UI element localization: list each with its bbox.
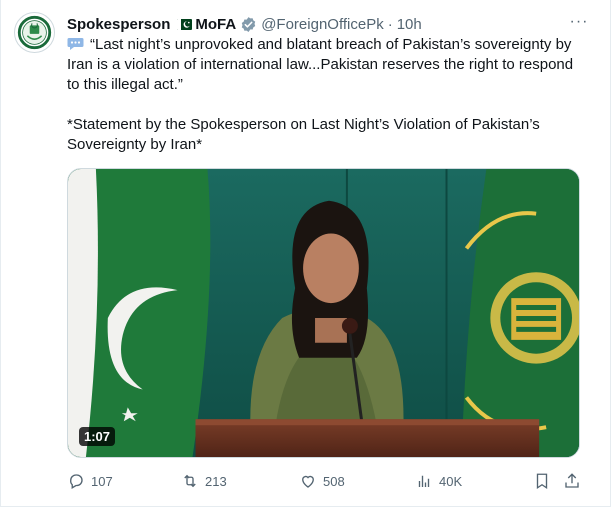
repost-count: 213	[205, 473, 227, 489]
tweet-card[interactable]: Spokesperson MoFA @ForeignOfficePk · 10h…	[0, 0, 611, 507]
share-button[interactable]	[563, 470, 581, 492]
reply-icon	[70, 474, 83, 489]
views-icon	[418, 475, 430, 487]
tweet-text: “Last night’s unprovoked and blatant bre…	[67, 35, 587, 155]
repost-button[interactable]: 213	[181, 470, 227, 492]
verified-badge-icon	[240, 16, 257, 33]
speech-bubble-icon	[67, 37, 84, 51]
avatar[interactable]	[14, 12, 55, 53]
video-duration: 1:07	[79, 427, 116, 446]
like-button[interactable]: 508	[299, 470, 345, 492]
video-player[interactable]: 1:07	[67, 168, 580, 458]
share-icon	[565, 473, 579, 488]
separator-dot: ·	[387, 15, 393, 33]
views-button[interactable]: 40K	[415, 470, 462, 492]
pakistan-flag-icon	[177, 18, 193, 30]
reply-button[interactable]: 107	[67, 470, 113, 492]
ministry-emblem-icon	[16, 14, 53, 51]
author-name[interactable]: Spokesperson	[67, 16, 170, 33]
like-icon	[302, 475, 314, 488]
repost-icon	[184, 474, 196, 488]
statement-text: *Statement by the Spokesperson on Last N…	[67, 116, 540, 153]
bookmark-button[interactable]	[533, 470, 551, 492]
quote-paragraph: “Last night’s unprovoked and blatant bre…	[67, 35, 587, 95]
author-handle[interactable]: @ForeignOfficePk	[261, 16, 384, 33]
video-thumbnail	[68, 169, 579, 457]
like-count: 508	[323, 473, 345, 489]
bookmark-icon	[536, 473, 548, 490]
view-count: 40K	[439, 473, 463, 489]
quote-text: “Last night’s unprovoked and blatant bre…	[67, 36, 574, 93]
tweet-header: Spokesperson MoFA @ForeignOfficePk · 10h…	[67, 13, 590, 35]
reply-count: 107	[91, 473, 113, 489]
author-name-suffix[interactable]: MoFA	[195, 16, 236, 33]
more-icon[interactable]: ···	[568, 13, 590, 35]
timestamp[interactable]: 10h	[397, 16, 422, 33]
action-bar: 107 213 508 40K	[67, 470, 582, 492]
